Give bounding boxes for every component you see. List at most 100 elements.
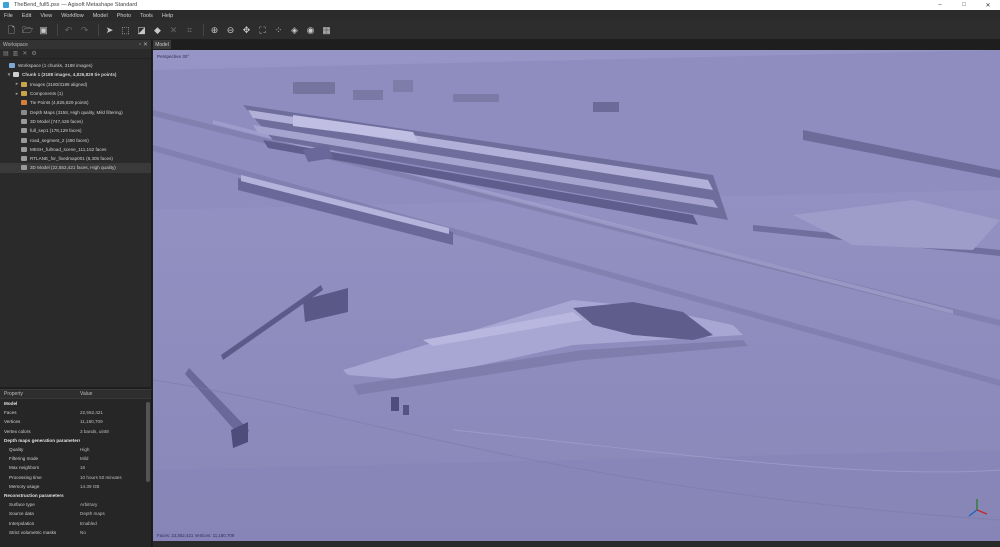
property-row[interactable]: Surface type Arbitrary (0, 500, 151, 509)
property-row[interactable]: Filtering mode Mild (0, 454, 151, 463)
menu-view[interactable]: View (40, 13, 52, 19)
tree-item-icon (9, 63, 15, 69)
add-chunk-icon[interactable]: ▤ (3, 50, 9, 57)
minimize-button[interactable]: – (928, 0, 952, 10)
menu-help[interactable]: Help (162, 13, 173, 19)
maximize-button[interactable]: □ (952, 0, 976, 10)
open-project-icon[interactable]: 🗁 (21, 24, 34, 37)
property-row[interactable]: Vertices 11,180,709 (0, 417, 151, 426)
property-row[interactable]: Depth maps generation parameters (0, 436, 151, 445)
property-value: 14.39 GB (80, 483, 100, 489)
property-value: Arbitrary (80, 502, 98, 508)
tree-item-icon (21, 137, 27, 143)
property-key: Faces (4, 410, 17, 416)
show-cameras-icon[interactable]: ⁘ (272, 24, 285, 37)
property-key: Processing time (9, 474, 42, 480)
property-key: Vertex colors (4, 428, 31, 434)
tree-item-label: RTLANE_for_fixedmap001 (8,305 faces) (30, 156, 113, 162)
workspace-tree-item[interactable]: ▾ Chunk 1 (3188 images, 4,826,829 tie poi… (0, 70, 151, 79)
menu-model[interactable]: Model (93, 13, 108, 19)
model-shading-icon[interactable]: ◈ (288, 24, 301, 37)
save-project-icon[interactable]: ▣ (37, 24, 50, 37)
tree-item-label: MESH_fullroad_scene_111,152 faces (30, 146, 107, 152)
properties-table: Model Faces 22,552,421 Vertices 11,180,709 Ve… (0, 399, 151, 537)
property-row[interactable]: Vertex colors 3 bands, uint8 (0, 427, 151, 436)
projection-label: Perspective 30° (157, 54, 190, 59)
property-value: High (80, 447, 90, 453)
property-row[interactable]: Interpolation Enabled (0, 518, 151, 527)
zoom-out-icon[interactable]: ⊖ (224, 24, 237, 37)
workspace-tree-item[interactable]: full_sep1 (178,129 faces) (0, 126, 151, 135)
tab-model[interactable]: Model (153, 40, 171, 49)
menu-photo[interactable]: Photo (117, 13, 131, 19)
property-key: Quality (9, 447, 24, 453)
property-row[interactable]: Quality High (0, 445, 151, 454)
workspace-tree-item[interactable]: ▸ Images (3180/3188 aligned) (0, 80, 151, 89)
workspace-tree-item[interactable]: RTLANE_for_fixedmap001 (8,305 faces) (0, 154, 151, 163)
resize-region-icon[interactable]: ◪ (135, 24, 148, 37)
property-value: No (80, 529, 86, 535)
workspace-tree-item[interactable]: ▸ Components (1) (0, 89, 151, 98)
workspace-tree-item[interactable]: 3D Model (22,552,421 faces, High quality… (0, 163, 151, 173)
property-value: Mild (80, 456, 89, 462)
undo-icon[interactable]: ↶ (62, 24, 75, 37)
property-key: Vertices (4, 419, 21, 425)
property-row[interactable]: Max neighbors 16 (0, 463, 151, 472)
capture-view-icon[interactable]: ◉ (304, 24, 317, 37)
property-row[interactable]: Model (0, 399, 151, 408)
workspace-panel: Workspace ▫ ✕ ▤ ▥ ✕ ⚙ Workspace (1 chunk… (0, 40, 152, 387)
menu-edit[interactable]: Edit (22, 13, 31, 19)
workspace-tree-item[interactable]: Depth Maps (3158, High quality, Mild fil… (0, 107, 151, 116)
grid-view-icon[interactable]: ▦ (320, 24, 333, 37)
reset-view-icon[interactable]: ⛶ (256, 24, 269, 37)
panel-close-icon[interactable]: ▫ ✕ (139, 41, 148, 48)
add-photos-icon[interactable]: ▥ (13, 50, 19, 57)
menu-tools[interactable]: Tools (140, 13, 153, 19)
expand-toggle-icon[interactable]: ▾ (6, 72, 12, 78)
workspace-tree-item[interactable]: 3D Model (747,426 faces) (0, 117, 151, 126)
workspace-tree-item[interactable]: Tie Points (4,826,829 points) (0, 98, 151, 107)
new-project-icon[interactable]: 🗋 (5, 24, 18, 37)
rectangle-selection-icon[interactable]: ⬚ (119, 24, 132, 37)
redo-icon[interactable]: ↷ (78, 24, 91, 37)
navigation-pointer-icon[interactable]: ➤ (103, 24, 116, 37)
properties-scrollbar[interactable] (146, 402, 150, 482)
property-key: Source data (9, 511, 34, 517)
tree-item-icon (21, 146, 27, 152)
close-window-button[interactable]: ✕ (976, 0, 1000, 10)
tree-item-label: Workspace (1 chunks, 3188 images) (18, 63, 93, 69)
workspace-toolbar: ▤ ▥ ✕ ⚙ (0, 49, 151, 59)
model-stats-label: Faces: 22,552,421 Vertices: 11,180,709 (157, 533, 235, 538)
menu-bar: File Edit View Workflow Model Photo Tool… (0, 10, 1000, 21)
workspace-tree-item[interactable]: Workspace (1 chunks, 3188 images) (0, 61, 151, 70)
workspace-tree-item[interactable]: MESH_fullroad_scene_111,152 faces (0, 145, 151, 154)
zoom-in-icon[interactable]: ⊕ (208, 24, 221, 37)
property-column-header[interactable]: Property (0, 391, 80, 397)
toolbar-divider (98, 24, 99, 36)
property-row[interactable]: Memory usage 14.39 GB (0, 482, 151, 491)
expand-toggle-icon[interactable]: ▸ (14, 81, 20, 87)
window-title: TheBend_full5.psx — Agisoft Metashape St… (14, 2, 138, 8)
crop-selection-icon[interactable]: ⌗ (183, 24, 196, 37)
delete-selection-icon[interactable]: ✕ (167, 24, 180, 37)
expand-toggle-icon[interactable]: ▸ (14, 91, 20, 97)
status-strip (153, 541, 1000, 547)
tree-item-icon (21, 91, 27, 97)
property-row[interactable]: Reconstruction parameters (0, 491, 151, 500)
property-value: 3 bands, uint8 (80, 428, 109, 434)
workspace-settings-icon[interactable]: ⚙ (31, 50, 36, 57)
remove-item-icon[interactable]: ✕ (22, 50, 27, 57)
move-view-icon[interactable]: ✥ (240, 24, 253, 37)
menu-workflow[interactable]: Workflow (61, 13, 84, 19)
model-viewport[interactable]: Perspective 30° Faces: 22,552,421 Vertic… (153, 50, 1000, 541)
workspace-tree-item[interactable]: road_segment_2 (480 faces) (0, 135, 151, 144)
property-row[interactable]: Strict volumetric masks No (0, 528, 151, 537)
tree-item-label: Tie Points (4,826,829 points) (30, 100, 89, 106)
value-column-header[interactable]: Value (80, 391, 92, 397)
property-row[interactable]: Faces 22,552,421 (0, 408, 151, 417)
property-row[interactable]: Processing time 10 hours 50 minutes (0, 473, 151, 482)
toolbar-divider (57, 24, 58, 36)
menu-file[interactable]: File (4, 13, 13, 19)
rotate-object-icon[interactable]: ◆ (151, 24, 164, 37)
property-row[interactable]: Source data Depth maps (0, 509, 151, 518)
